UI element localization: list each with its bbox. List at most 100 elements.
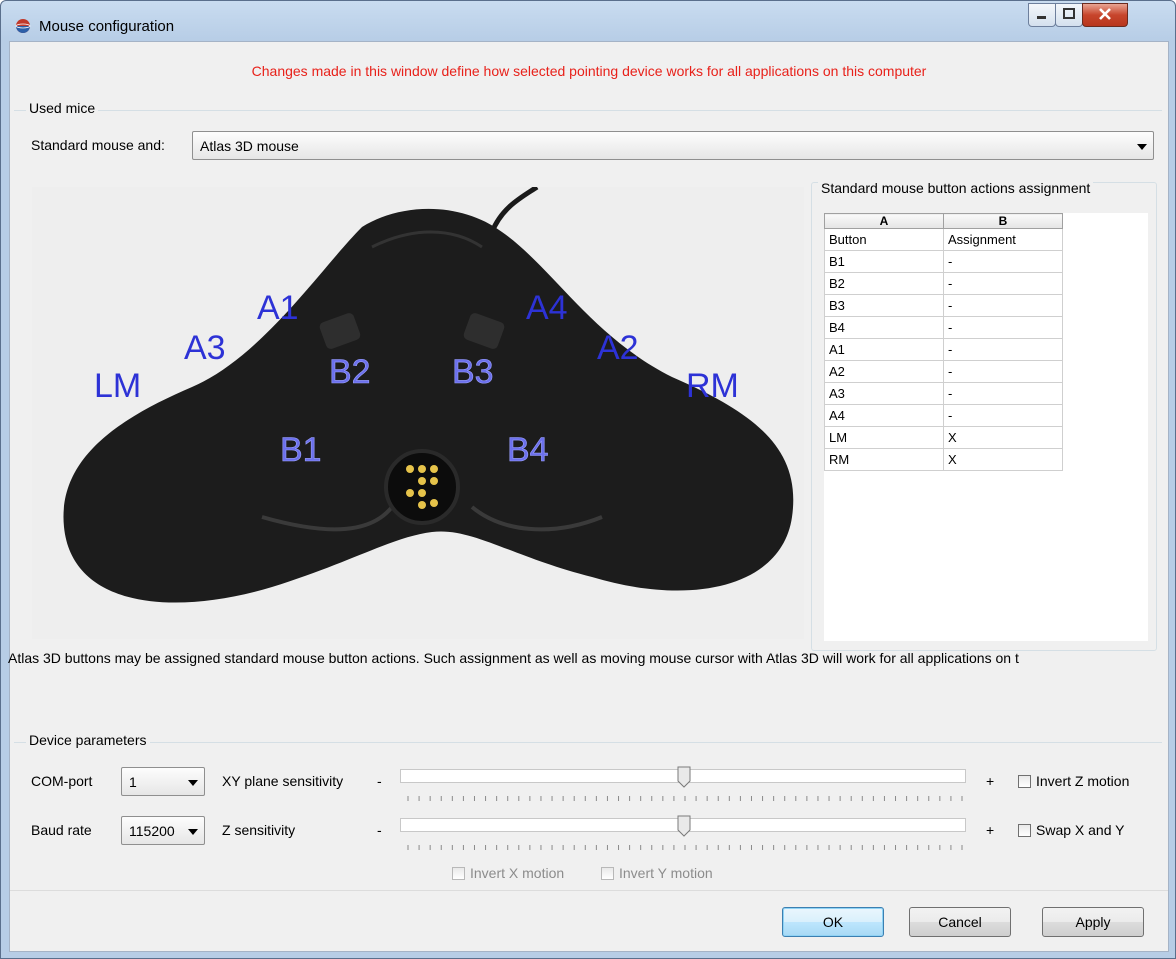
table-row[interactable]: B2-	[824, 272, 1063, 295]
assignment-cell[interactable]: -	[943, 360, 1063, 383]
assignment-cell[interactable]: Assignment	[943, 228, 1063, 251]
table-row[interactable]: A4-	[824, 404, 1063, 427]
table-row[interactable]: A2-	[824, 360, 1063, 383]
baud-rate-select[interactable]: 115200	[121, 816, 205, 845]
button-cell[interactable]: LM	[824, 426, 944, 449]
assignment-cell[interactable]: -	[943, 250, 1063, 273]
dialog-body: Changes made in this window define how s…	[8, 41, 1169, 952]
minimize-button[interactable]	[1028, 3, 1056, 27]
button-cell[interactable]: Button	[824, 228, 944, 251]
mouse-select[interactable]: Atlas 3D mouse	[192, 131, 1154, 160]
baud-rate-value: 115200	[129, 823, 175, 839]
invert-z-label[interactable]: Invert Z motion	[1036, 773, 1129, 789]
window-title: Mouse configuration	[39, 18, 175, 35]
warning-text: Changes made in this window define how s…	[251, 63, 927, 79]
assignment-group-label: Standard mouse button actions assignment	[818, 180, 1094, 196]
z-sensitivity-slider[interactable]	[400, 815, 966, 837]
button-cell[interactable]: B2	[824, 272, 944, 295]
maximize-icon	[1063, 8, 1075, 19]
chevron-down-icon	[1137, 144, 1147, 150]
assignment-cell[interactable]: -	[943, 294, 1063, 317]
z-sensitivity-label: Z sensitivity	[222, 822, 296, 838]
button-cell[interactable]: A1	[824, 338, 944, 361]
footer-divider	[10, 890, 1168, 891]
assignment-cell[interactable]: -	[943, 404, 1063, 427]
photo-label-a4: A4	[526, 289, 568, 327]
button-cell[interactable]: B3	[824, 294, 944, 317]
assignment-group: Standard mouse button actions assignment…	[811, 180, 1157, 651]
z-plus-label: +	[986, 822, 995, 838]
chevron-down-icon	[188, 829, 198, 835]
minimize-icon	[1037, 16, 1046, 19]
table-row[interactable]: B3-	[824, 294, 1063, 317]
button-cell[interactable]: A3	[824, 382, 944, 405]
photo-label-a3: A3	[184, 329, 226, 367]
baud-rate-label: Baud rate	[31, 822, 92, 838]
used-mice-group-label: Used mice	[26, 100, 99, 116]
z-minus-label: -	[377, 822, 382, 838]
photo-label-b2: B2	[329, 353, 371, 391]
com-port-select[interactable]: 1	[121, 767, 205, 796]
assignment-cell[interactable]: -	[943, 272, 1063, 295]
assignment-cell[interactable]: -	[943, 316, 1063, 339]
photo-label-a2: A2	[597, 329, 639, 367]
table-row[interactable]: B1-	[824, 250, 1063, 273]
swap-xy-label[interactable]: Swap X and Y	[1036, 822, 1124, 838]
button-cell[interactable]: A4	[824, 404, 944, 427]
com-port-label: COM-port	[31, 773, 93, 789]
xy-sensitivity-thumb[interactable]	[677, 766, 691, 788]
photo-label-b1: B1	[280, 431, 322, 469]
column-a-header[interactable]: A	[824, 213, 944, 229]
standard-mouse-label: Standard mouse and:	[31, 137, 165, 153]
z-sensitivity-thumb[interactable]	[677, 815, 691, 837]
assignment-table-area: A B Button Assignment B1- B2- B3- B4- A1- A2- A3…	[824, 213, 1148, 641]
ok-button[interactable]: OK	[782, 907, 884, 937]
chevron-down-icon	[188, 780, 198, 786]
assignment-cell[interactable]: X	[943, 426, 1063, 449]
invert-y-label[interactable]: Invert Y motion	[619, 865, 713, 881]
z-slider-ticks	[407, 845, 963, 850]
atlas-3d-mouse-photo: LM A3 A1 A4 A2 RM B2 B3 B1 B4	[32, 187, 804, 639]
table-row[interactable]: LM X	[824, 426, 1063, 449]
mouse-configuration-window: Mouse configuration Changes made in this…	[0, 0, 1176, 959]
close-button[interactable]	[1082, 3, 1128, 27]
assignment-table[interactable]: A B Button Assignment B1- B2- B3- B4- A1- A2- A3…	[824, 213, 1063, 471]
table-row[interactable]: A1-	[824, 338, 1063, 361]
assignment-cell[interactable]: X	[943, 448, 1063, 471]
invert-y-checkbox[interactable]	[601, 867, 614, 880]
table-row[interactable]: RM X	[824, 448, 1063, 471]
com-port-value: 1	[129, 774, 137, 790]
button-cell[interactable]: B4	[824, 316, 944, 339]
atlas-3d-mouse-image: LM A3 A1 A4 A2 RM B2 B3 B1 B4	[32, 187, 804, 639]
xy-plus-label: +	[986, 773, 995, 789]
close-icon	[1099, 8, 1111, 20]
photo-label-b4: B4	[507, 431, 549, 469]
assignment-cell[interactable]: -	[943, 382, 1063, 405]
xy-minus-label: -	[377, 773, 382, 789]
title-bar: Mouse configuration	[1, 1, 1175, 41]
invert-x-label[interactable]: Invert X motion	[470, 865, 564, 881]
photo-label-b3: B3	[452, 353, 494, 391]
column-b-header[interactable]: B	[943, 213, 1063, 229]
table-row[interactable]: A3-	[824, 382, 1063, 405]
cancel-button[interactable]: Cancel	[909, 907, 1011, 937]
device-params-divider	[14, 742, 1162, 743]
mouse-select-value: Atlas 3D mouse	[200, 138, 299, 154]
used-mice-divider	[14, 110, 1162, 111]
button-cell[interactable]: RM	[824, 448, 944, 471]
app-globe-icon	[15, 19, 31, 33]
table-header-row[interactable]: Button Assignment	[824, 228, 1063, 251]
button-cell[interactable]: B1	[824, 250, 944, 273]
device-params-group-label: Device parameters	[26, 732, 150, 748]
table-row[interactable]: B4-	[824, 316, 1063, 339]
xy-sensitivity-slider[interactable]	[400, 766, 966, 788]
photo-label-rm: RM	[686, 367, 739, 405]
invert-z-checkbox[interactable]	[1018, 775, 1031, 788]
xy-slider-ticks	[407, 796, 963, 801]
assignment-cell[interactable]: -	[943, 338, 1063, 361]
swap-xy-checkbox[interactable]	[1018, 824, 1031, 837]
apply-button[interactable]: Apply	[1042, 907, 1144, 937]
button-cell[interactable]: A2	[824, 360, 944, 383]
invert-x-checkbox[interactable]	[452, 867, 465, 880]
maximize-button[interactable]	[1055, 3, 1083, 27]
